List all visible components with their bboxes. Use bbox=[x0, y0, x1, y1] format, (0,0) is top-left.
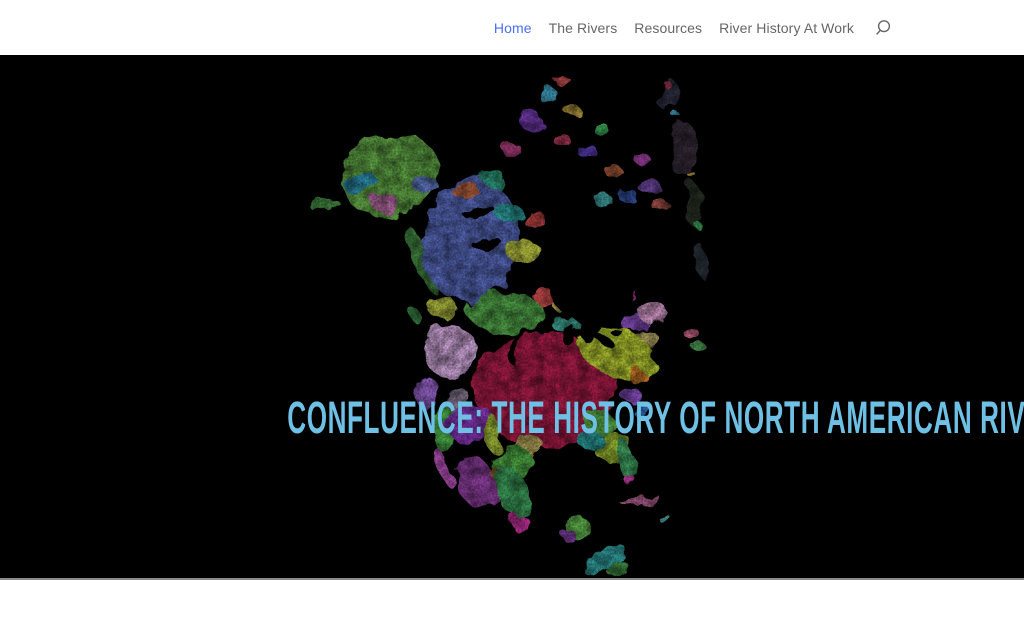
nav-item-resources[interactable]: Resources bbox=[634, 20, 702, 36]
search-icon bbox=[874, 19, 892, 37]
hero-section: CONFLUENCE: THE HISTORY OF NORTH AMERICA… bbox=[0, 55, 1024, 580]
search-button[interactable] bbox=[874, 19, 892, 37]
nav-item-home[interactable]: Home bbox=[494, 20, 532, 36]
site-header: Home The Rivers Resources River History At … bbox=[0, 0, 1024, 55]
page: Home The Rivers Resources River History At … bbox=[0, 0, 1024, 618]
river-basins-map bbox=[0, 55, 1024, 578]
main-nav: Home The Rivers Resources River History At … bbox=[494, 20, 854, 36]
hero-title-text: CONFLUENCE: THE HISTORY OF NORTH AMERICA… bbox=[287, 392, 1024, 444]
footer-spacer bbox=[0, 580, 1024, 618]
hero-title: CONFLUENCE: THE HISTORY OF NORTH AMERICA… bbox=[0, 392, 1024, 444]
nav-item-river-history-at-work[interactable]: River History At Work bbox=[719, 20, 854, 36]
river-texture-fine bbox=[0, 55, 1024, 578]
nav-item-the-rivers[interactable]: The Rivers bbox=[549, 20, 618, 36]
nav-wrap: Home The Rivers Resources River History At … bbox=[494, 19, 892, 37]
